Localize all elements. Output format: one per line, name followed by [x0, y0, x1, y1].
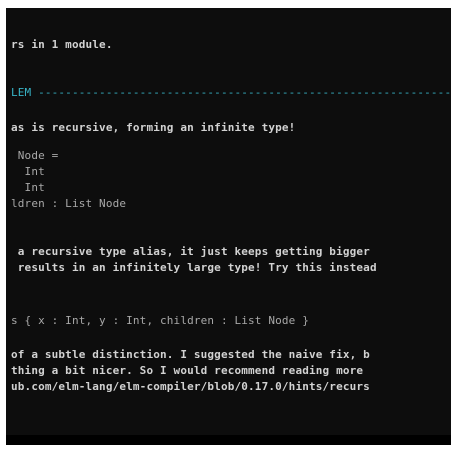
terminal-line-hint-2: thing a bit nicer. So I would recommend … — [11, 364, 364, 377]
terminal-line-error-header: LEM ------------------------------------… — [11, 86, 451, 99]
terminal-window[interactable]: rs in 1 module. LEM --------------------… — [6, 8, 451, 445]
terminal-line-hint-link[interactable]: ub.com/elm-lang/elm-compiler/blob/0.17.0… — [11, 380, 370, 393]
terminal-line-error-title: as is recursive, forming an infinite typ… — [11, 121, 296, 134]
terminal-line-code-1: Node = — [11, 149, 59, 162]
terminal-line-explanation-2: results in an infinitely large type! Try… — [11, 261, 377, 274]
terminal-line-explanation-1: a recursive type alias, it just keeps ge… — [11, 245, 370, 258]
terminal-output: rs in 1 module. LEM --------------------… — [6, 8, 451, 445]
terminal-line-suggested-fix: s { x : Int, y : Int, children : List No… — [11, 314, 309, 327]
terminal-line-code-4: ldren : List Node — [11, 197, 127, 210]
terminal-line-compile-summary: rs in 1 module. — [11, 38, 113, 51]
terminal-line-hint-1: of a subtle distinction. I suggested the… — [11, 348, 370, 361]
terminal-bottom-bar — [6, 435, 451, 445]
terminal-line-code-3: Int — [11, 181, 45, 194]
terminal-line-code-2: Int — [11, 165, 45, 178]
